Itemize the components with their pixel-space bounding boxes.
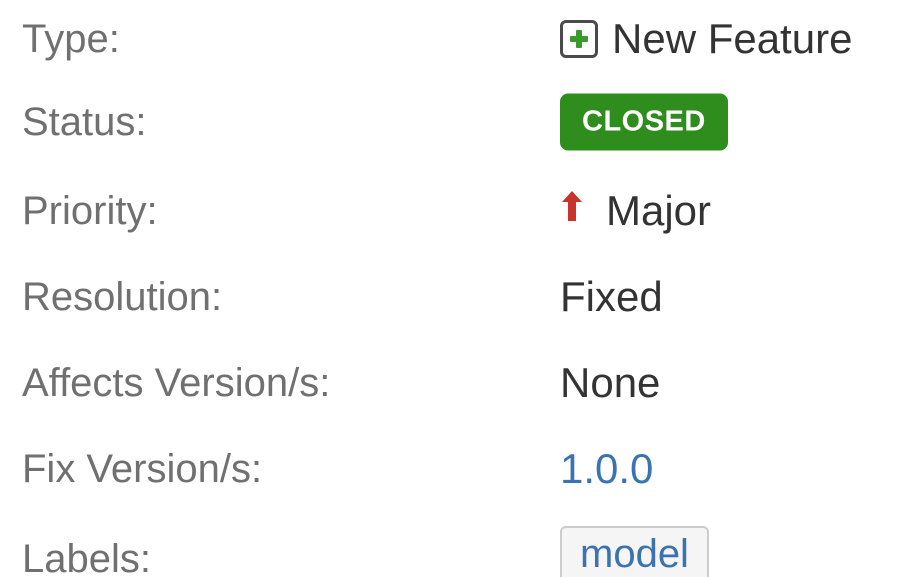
status-value: CLOSED [560, 93, 728, 150]
type-value-text: New Feature [612, 14, 853, 62]
status-lozenge: CLOSED [560, 93, 728, 150]
status-row: Status: CLOSED [0, 78, 913, 165]
labels-value: model [560, 525, 709, 577]
resolution-value: Fixed [560, 272, 663, 320]
new-feature-icon [560, 19, 598, 58]
priority-value-text: Major [606, 186, 712, 234]
affects-versions-label: Affects Version/s: [22, 360, 331, 405]
fix-versions-row: Fix Version/s: 1.0.0 [0, 425, 913, 512]
status-label: Status: [22, 99, 147, 144]
priority-value: Major [560, 186, 712, 234]
affects-versions-value: None [560, 358, 661, 406]
fix-versions-label: Fix Version/s: [22, 446, 263, 491]
labels-row: Labels: model [0, 507, 913, 577]
fix-version-link[interactable]: 1.0.0 [560, 447, 653, 490]
priority-label: Priority: [22, 188, 158, 233]
resolution-row: Resolution: Fixed [0, 253, 913, 340]
priority-row: Priority: Major [0, 167, 913, 254]
type-value: New Feature [560, 14, 853, 62]
label-tag[interactable]: model [560, 525, 709, 577]
labels-label: Labels: [22, 537, 151, 577]
arrow-up-icon [562, 190, 582, 221]
resolution-label: Resolution: [22, 274, 223, 319]
affects-versions-row: Affects Version/s: None [0, 339, 913, 426]
type-label: Type: [22, 16, 120, 61]
type-row: Type: New Feature [0, 0, 913, 82]
